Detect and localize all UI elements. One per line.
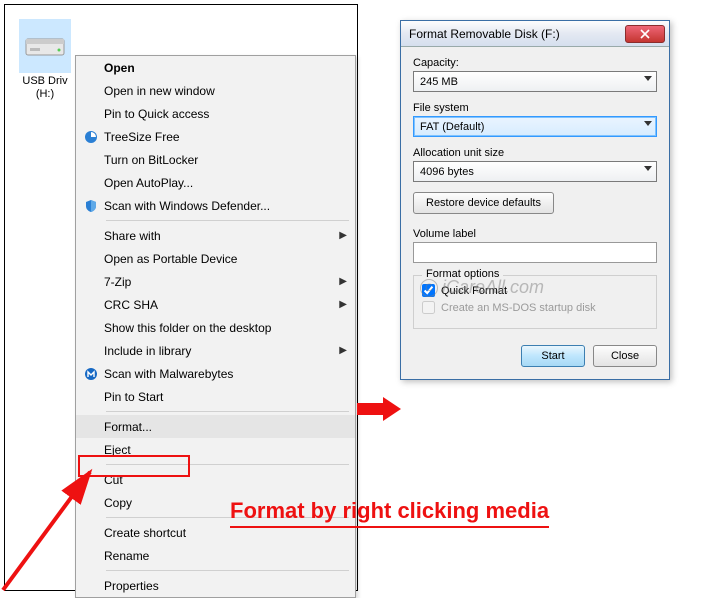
chevron-down-icon (644, 76, 652, 81)
watermark: CiCareAll.com (420, 277, 544, 298)
menu-crc-sha[interactable]: CRC SHA▶ (76, 293, 355, 316)
menu-autoplay[interactable]: Open AutoPlay... (76, 171, 355, 194)
chevron-right-icon: ▶ (337, 345, 347, 356)
allocation-combo[interactable]: 4096 bytes (413, 161, 657, 182)
close-dialog-button[interactable]: Close (593, 345, 657, 367)
annotation-arrow-wide (355, 395, 405, 425)
menu-7zip[interactable]: 7-Zip▶ (76, 270, 355, 293)
drive-label-line1: USB Driv (15, 75, 75, 88)
dialog-title: Format Removable Disk (F:) (409, 27, 625, 41)
volume-label-label: Volume label (413, 228, 657, 240)
chevron-right-icon: ▶ (337, 276, 347, 287)
menu-rename[interactable]: Rename (76, 544, 355, 567)
filesystem-combo[interactable]: FAT (Default) (413, 116, 657, 137)
chevron-right-icon: ▶ (337, 230, 347, 241)
menu-defender[interactable]: Scan with Windows Defender... (76, 194, 355, 217)
annotation-text: Format by right clicking media (230, 498, 549, 528)
menu-format[interactable]: Format... (76, 415, 355, 438)
shield-icon (80, 199, 102, 213)
menu-include-library[interactable]: Include in library▶ (76, 339, 355, 362)
menu-show-on-desktop[interactable]: Show this folder on the desktop (76, 316, 355, 339)
volume-label-input[interactable] (413, 242, 657, 263)
dialog-titlebar[interactable]: Format Removable Disk (F:) (401, 21, 669, 47)
malwarebytes-icon (80, 367, 102, 381)
drive-icon-selected[interactable]: USB Driv (H:) (15, 19, 75, 101)
chevron-right-icon: ▶ (337, 299, 347, 310)
menu-open-new-window[interactable]: Open in new window (76, 79, 355, 102)
chevron-down-icon (644, 121, 652, 126)
filesystem-label: File system (413, 102, 657, 114)
msdos-checkbox: Create an MS-DOS startup disk (422, 301, 648, 314)
drive-icon (19, 19, 71, 73)
menu-cut[interactable]: Cut (76, 468, 355, 491)
start-button[interactable]: Start (521, 345, 585, 367)
drive-label-line2: (H:) (15, 88, 75, 101)
menu-open[interactable]: Open (76, 56, 355, 79)
menu-share-with[interactable]: Share with▶ (76, 224, 355, 247)
close-icon (639, 29, 651, 39)
treesize-icon (80, 130, 102, 144)
msdos-input (422, 301, 435, 314)
format-dialog: Format Removable Disk (F:) Capacity: 245… (400, 20, 670, 380)
menu-treesize[interactable]: TreeSize Free (76, 125, 355, 148)
menu-scan-malwarebytes[interactable]: Scan with Malwarebytes (76, 362, 355, 385)
close-button[interactable] (625, 25, 665, 43)
menu-pin-start[interactable]: Pin to Start (76, 385, 355, 408)
capacity-combo[interactable]: 245 MB (413, 71, 657, 92)
menu-open-portable[interactable]: Open as Portable Device (76, 247, 355, 270)
allocation-label: Allocation unit size (413, 147, 657, 159)
menu-pin-quick-access[interactable]: Pin to Quick access (76, 102, 355, 125)
menu-bitlocker[interactable]: Turn on BitLocker (76, 148, 355, 171)
menu-eject[interactable]: Eject (76, 438, 355, 461)
capacity-label: Capacity: (413, 57, 657, 69)
chevron-down-icon (644, 166, 652, 171)
restore-defaults-button[interactable]: Restore device defaults (413, 192, 554, 214)
